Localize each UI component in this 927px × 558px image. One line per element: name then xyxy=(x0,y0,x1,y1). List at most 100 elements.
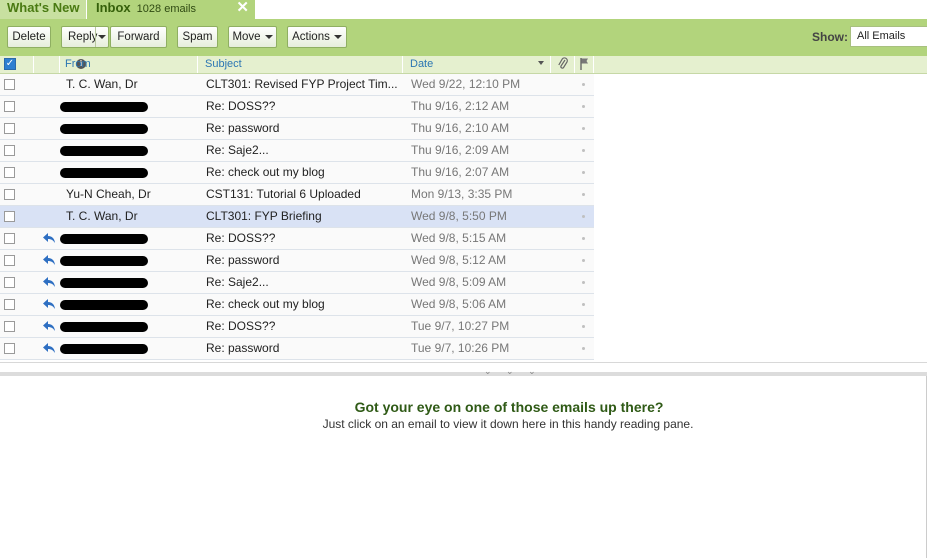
flag-dot-icon[interactable] xyxy=(582,237,585,240)
email-sender xyxy=(66,272,196,293)
reply-arrow-icon xyxy=(42,320,56,335)
email-row[interactable]: T. C. Wan, Dr CLT301: FYP Briefing Wed 9… xyxy=(0,206,594,228)
flag-column[interactable] xyxy=(575,56,594,73)
reading-pane: Got your eye on one of those emails up t… xyxy=(0,376,927,558)
date-column-label: Date xyxy=(410,58,434,70)
flag-dot-icon[interactable] xyxy=(582,259,585,262)
delete-button[interactable]: Delete xyxy=(7,26,51,48)
flag-dot-icon[interactable] xyxy=(582,281,585,284)
email-date: Wed 9/8, 5:50 PM xyxy=(411,209,507,223)
flag-dot-icon[interactable] xyxy=(582,149,585,152)
flag-dot-icon[interactable] xyxy=(582,303,585,306)
forward-button[interactable]: Forward xyxy=(110,26,167,48)
email-sender xyxy=(66,228,196,249)
email-row[interactable]: Re: Saje2... Wed 9/8, 5:09 AM xyxy=(0,272,594,294)
email-list: T. C. Wan, Dr CLT301: Revised FYP Projec… xyxy=(0,74,594,360)
email-subject: Re: password xyxy=(206,341,280,355)
email-subject: Re: DOSS?? xyxy=(206,99,276,113)
email-row[interactable]: Re: DOSS?? Wed 9/8, 5:15 AM xyxy=(0,228,594,250)
info-column[interactable]: i xyxy=(34,56,86,73)
reply-arrow-icon xyxy=(42,342,56,357)
reply-button[interactable]: Reply xyxy=(61,26,109,48)
email-row[interactable]: Re: password Tue 9/7, 10:26 PM xyxy=(0,338,594,360)
reading-pane-subtitle: Just click on an email to view it down h… xyxy=(322,417,694,431)
email-sender xyxy=(66,338,196,359)
email-subject: CLT301: FYP Briefing xyxy=(206,209,322,223)
email-subject: CLT301: Revised FYP Project Tim... xyxy=(206,77,398,91)
row-checkbox[interactable] xyxy=(4,277,15,288)
row-checkbox[interactable] xyxy=(4,123,15,134)
email-row[interactable]: Yu-N Cheah, Dr CST131: Tutorial 6 Upload… xyxy=(0,184,594,206)
email-subject: Re: check out my blog xyxy=(206,165,325,179)
flag-dot-icon[interactable] xyxy=(582,193,585,196)
row-checkbox[interactable] xyxy=(4,255,15,266)
email-subject: Re: Saje2... xyxy=(206,275,269,289)
flag-dot-icon[interactable] xyxy=(582,325,585,328)
pane-splitter[interactable]: ⌄ ⌄ ⌄ xyxy=(0,362,927,376)
row-checkbox[interactable] xyxy=(4,79,15,90)
flag-dot-icon[interactable] xyxy=(582,127,585,130)
email-sender: T. C. Wan, Dr xyxy=(66,209,138,223)
attachment-column[interactable] xyxy=(551,56,575,73)
email-subject: Re: DOSS?? xyxy=(206,231,276,245)
row-checkbox[interactable] xyxy=(4,233,15,244)
flag-dot-icon[interactable] xyxy=(582,347,585,350)
email-row[interactable]: T. C. Wan, Dr CLT301: Revised FYP Projec… xyxy=(0,74,594,96)
from-column-header[interactable]: From xyxy=(60,56,198,73)
row-checkbox[interactable] xyxy=(4,101,15,112)
email-date: Wed 9/22, 12:10 PM xyxy=(411,77,521,91)
email-date: Tue 9/7, 10:26 PM xyxy=(411,341,510,355)
email-subject: Re: DOSS?? xyxy=(206,319,276,333)
email-date: Thu 9/16, 2:09 AM xyxy=(411,143,510,157)
row-checkbox[interactable] xyxy=(4,211,15,222)
reply-dropdown[interactable] xyxy=(95,27,108,47)
flag-dot-icon[interactable] xyxy=(582,171,585,174)
toolbar: Delete Reply Forward Spam Move Actions S… xyxy=(0,19,927,56)
email-row[interactable]: Re: password Thu 9/16, 2:10 AM xyxy=(0,118,594,140)
actions-label: Actions xyxy=(292,31,330,43)
actions-button[interactable]: Actions xyxy=(287,26,347,48)
reply-arrow-icon xyxy=(42,232,56,247)
tab-inbox[interactable]: Inbox 1028 emails ✕ xyxy=(87,0,255,19)
email-sender xyxy=(66,118,196,139)
reading-pane-title: Got your eye on one of those emails up t… xyxy=(354,399,664,415)
email-row[interactable]: Re: DOSS?? Tue 9/7, 10:27 PM xyxy=(0,316,594,338)
select-all-checkbox[interactable]: ✓ xyxy=(4,58,16,70)
date-column-header[interactable]: Date xyxy=(403,56,551,73)
tab-whats-new[interactable]: What's New xyxy=(0,0,87,19)
email-row[interactable]: Re: DOSS?? Thu 9/16, 2:12 AM xyxy=(0,96,594,118)
email-row[interactable]: Re: password Wed 9/8, 5:12 AM xyxy=(0,250,594,272)
row-checkbox[interactable] xyxy=(4,299,15,310)
row-checkbox[interactable] xyxy=(4,145,15,156)
chevron-down-icon xyxy=(264,34,273,39)
flag-icon xyxy=(580,58,588,70)
email-date: Thu 9/16, 2:12 AM xyxy=(411,99,510,113)
show-filter-select[interactable]: All Emails xyxy=(850,26,927,47)
subject-column-header[interactable]: Subject xyxy=(198,56,403,73)
row-checkbox[interactable] xyxy=(4,167,15,178)
paperclip-icon xyxy=(558,57,568,69)
email-row[interactable]: Re: check out my blog Wed 9/8, 5:06 AM xyxy=(0,294,594,316)
email-sender xyxy=(66,316,196,337)
row-checkbox[interactable] xyxy=(4,343,15,354)
close-icon[interactable]: ✕ xyxy=(236,0,249,16)
email-sender xyxy=(66,162,196,183)
move-button[interactable]: Move xyxy=(228,26,277,48)
email-date: Wed 9/8, 5:15 AM xyxy=(411,231,507,245)
email-row[interactable]: Re: check out my blog Thu 9/16, 2:07 AM xyxy=(0,162,594,184)
spam-button[interactable]: Spam xyxy=(177,26,218,48)
reply-label: Reply xyxy=(68,31,98,43)
row-checkbox[interactable] xyxy=(4,189,15,200)
flag-dot-icon[interactable] xyxy=(582,105,585,108)
email-sender: T. C. Wan, Dr xyxy=(66,77,138,91)
email-subject: Re: check out my blog xyxy=(206,297,325,311)
reply-arrow-icon xyxy=(42,276,56,291)
inbox-count: 1028 emails xyxy=(136,3,196,15)
email-date: Thu 9/16, 2:07 AM xyxy=(411,165,510,179)
email-row[interactable]: Re: Saje2... Thu 9/16, 2:09 AM xyxy=(0,140,594,162)
row-checkbox[interactable] xyxy=(4,321,15,332)
select-all-column: ✓ xyxy=(0,56,34,73)
flag-dot-icon[interactable] xyxy=(582,215,585,218)
flag-dot-icon[interactable] xyxy=(582,83,585,86)
column-header: ✓ i From Subject Date xyxy=(0,56,927,74)
